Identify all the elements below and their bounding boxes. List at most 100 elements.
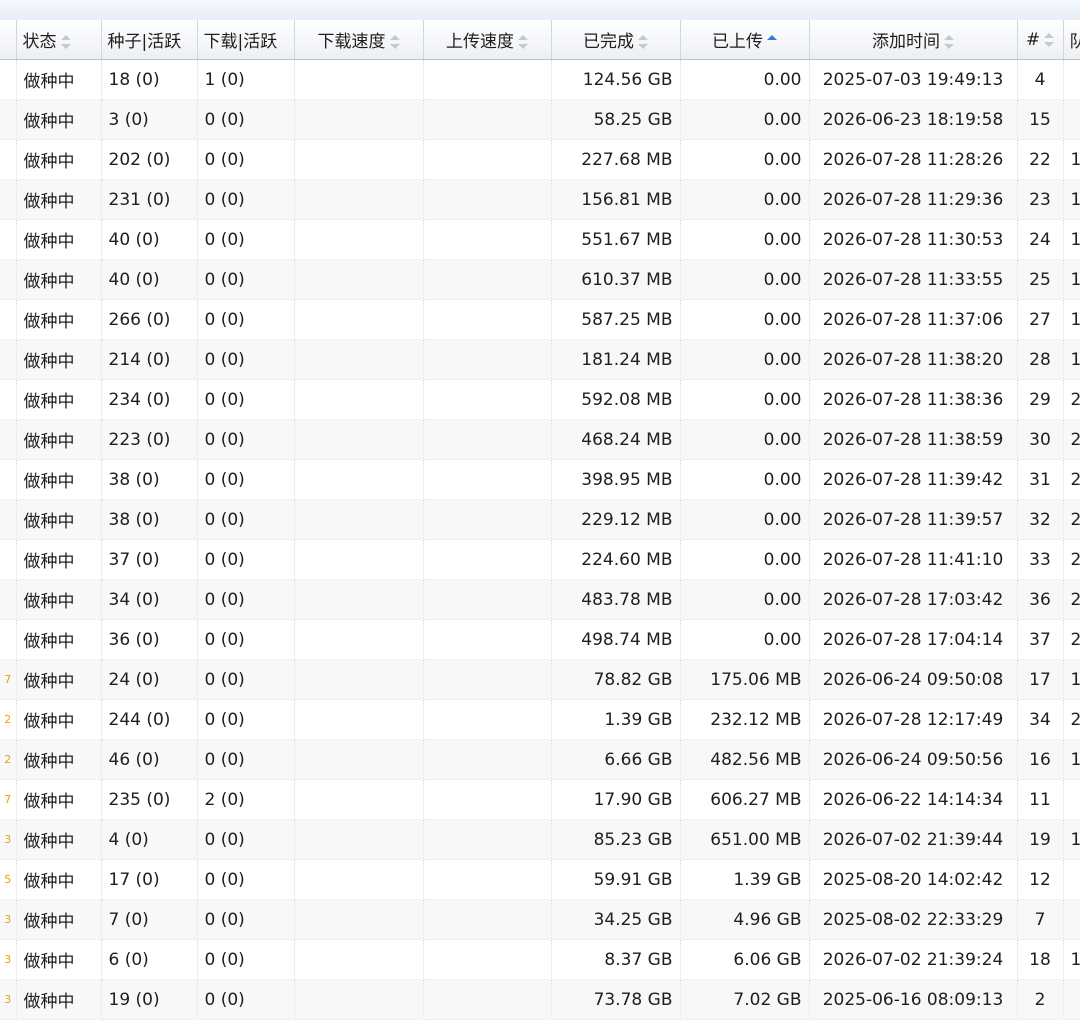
- upload-speed-cell: [423, 979, 552, 1020]
- row-edge-marker: 7: [0, 659, 17, 700]
- sort-ascending-icon: [767, 35, 777, 49]
- table-row[interactable]: 做种中 37 (0) 0 (0) 224.60 MB 0.00 2026-07-28 11…: [0, 539, 1080, 580]
- queue-cell: 2: [1063, 579, 1080, 620]
- completed-cell: 78.82 GB: [551, 659, 681, 700]
- index-cell: 23: [1017, 179, 1064, 220]
- table-row[interactable]: 7 做种中 235 (0) 2 (0) 17.90 GB 606.27 MB 2026-06…: [0, 779, 1080, 820]
- column-header-completed[interactable]: 已完成: [551, 20, 681, 60]
- seeds-cell: 235 (0): [101, 779, 198, 820]
- status-cell: 做种中: [16, 499, 102, 540]
- seeds-cell: 37 (0): [101, 539, 198, 580]
- table-row[interactable]: 2 做种中 46 (0) 0 (0) 6.66 GB 482.56 MB 2026-06-2…: [0, 739, 1080, 780]
- table-row[interactable]: 做种中 223 (0) 0 (0) 468.24 MB 0.00 2026-07-28 1…: [0, 419, 1080, 460]
- completed-cell: 592.08 MB: [551, 379, 681, 420]
- table-row[interactable]: 做种中 234 (0) 0 (0) 592.08 MB 0.00 2026-07-28 1…: [0, 379, 1080, 420]
- table-row[interactable]: 做种中 36 (0) 0 (0) 498.74 MB 0.00 2026-07-28 17…: [0, 619, 1080, 660]
- sort-icon: [944, 35, 954, 49]
- seeds-cell: 223 (0): [101, 419, 198, 460]
- index-cell: 19: [1017, 819, 1064, 860]
- status-cell: 做种中: [16, 339, 102, 380]
- table-row[interactable]: 做种中 34 (0) 0 (0) 483.78 MB 0.00 2026-07-28 17…: [0, 579, 1080, 620]
- table-row[interactable]: 做种中 18 (0) 1 (0) 124.56 GB 0.00 2025-07-03 19…: [0, 59, 1080, 100]
- uploaded-cell: 0.00: [680, 419, 810, 460]
- column-header-queue[interactable]: 队: [1063, 20, 1080, 60]
- completed-cell: 17.90 GB: [551, 779, 681, 820]
- queue-cell: 2: [1063, 619, 1080, 660]
- table-row[interactable]: 2 做种中 244 (0) 0 (0) 1.39 GB 232.12 MB 2026-07-…: [0, 699, 1080, 740]
- table-row[interactable]: 做种中 40 (0) 0 (0) 610.37 MB 0.00 2026-07-28 11…: [0, 259, 1080, 300]
- table-row[interactable]: 3 做种中 6 (0) 0 (0) 8.37 GB 6.06 GB 2026-07-02 2…: [0, 939, 1080, 980]
- upload-speed-cell: [423, 619, 552, 660]
- table-row[interactable]: 做种中 202 (0) 0 (0) 227.68 MB 0.00 2026-07-28 1…: [0, 139, 1080, 180]
- upload-speed-cell: [423, 259, 552, 300]
- uploaded-cell: 0.00: [680, 379, 810, 420]
- peers-cell: 0 (0): [197, 819, 295, 860]
- download-speed-cell: [294, 179, 424, 220]
- index-cell: 7: [1017, 899, 1064, 940]
- row-edge-marker: [0, 499, 17, 540]
- table-row[interactable]: 3 做种中 19 (0) 0 (0) 73.78 GB 7.02 GB 2025-06-16…: [0, 979, 1080, 1020]
- column-header-peers[interactable]: 下载|活跃: [197, 20, 295, 60]
- completed-cell: 587.25 MB: [551, 299, 681, 340]
- seeds-cell: 3 (0): [101, 99, 198, 140]
- table-row[interactable]: 做种中 38 (0) 0 (0) 398.95 MB 0.00 2026-07-28 11…: [0, 459, 1080, 500]
- status-cell: 做种中: [16, 699, 102, 740]
- peers-cell: 0 (0): [197, 459, 295, 500]
- row-edge-marker: [0, 459, 17, 500]
- status-cell: 做种中: [16, 979, 102, 1020]
- status-cell: 做种中: [16, 179, 102, 220]
- upload-speed-cell: [423, 819, 552, 860]
- upload-speed-cell: [423, 539, 552, 580]
- uploaded-cell: 0.00: [680, 619, 810, 660]
- table-row[interactable]: 做种中 3 (0) 0 (0) 58.25 GB 0.00 2026-06-23 18:1…: [0, 99, 1080, 140]
- index-cell: 30: [1017, 419, 1064, 460]
- queue-cell: 1: [1063, 939, 1080, 980]
- seeds-cell: 18 (0): [101, 59, 198, 100]
- completed-cell: 181.24 MB: [551, 339, 681, 380]
- completed-cell: 498.74 MB: [551, 619, 681, 660]
- seeds-cell: 214 (0): [101, 339, 198, 380]
- peers-cell: 0 (0): [197, 859, 295, 900]
- row-edge-marker: 5: [0, 859, 17, 900]
- uploaded-cell: 1.39 GB: [680, 859, 810, 900]
- table-row[interactable]: 做种中 266 (0) 0 (0) 587.25 MB 0.00 2026-07-28 1…: [0, 299, 1080, 340]
- queue-cell: 1: [1063, 659, 1080, 700]
- table-row[interactable]: 7 做种中 24 (0) 0 (0) 78.82 GB 175.06 MB 2026-06-…: [0, 659, 1080, 700]
- peers-cell: 0 (0): [197, 219, 295, 260]
- index-cell: 16: [1017, 739, 1064, 780]
- row-edge-marker: 3: [0, 819, 17, 860]
- queue-cell: [1063, 899, 1080, 940]
- table-row[interactable]: 做种中 38 (0) 0 (0) 229.12 MB 0.00 2026-07-28 11…: [0, 499, 1080, 540]
- uploaded-cell: 651.00 MB: [680, 819, 810, 860]
- completed-cell: 398.95 MB: [551, 459, 681, 500]
- index-cell: 4: [1017, 59, 1064, 100]
- column-header-upload-speed[interactable]: 上传速度: [423, 20, 552, 60]
- column-header-status[interactable]: 状态: [16, 20, 102, 60]
- uploaded-cell: 606.27 MB: [680, 779, 810, 820]
- peers-cell: 0 (0): [197, 979, 295, 1020]
- column-header-index[interactable]: #: [1017, 20, 1064, 60]
- peers-cell: 0 (0): [197, 259, 295, 300]
- column-header-download-speed[interactable]: 下载速度: [294, 20, 424, 60]
- uploaded-cell: 6.06 GB: [680, 939, 810, 980]
- header-label: 已完成: [583, 32, 634, 52]
- table-row[interactable]: 3 做种中 7 (0) 0 (0) 34.25 GB 4.96 GB 2025-08-02 …: [0, 899, 1080, 940]
- row-edge-marker: [0, 619, 17, 660]
- status-cell: 做种中: [16, 419, 102, 460]
- column-header-seeds[interactable]: 种子|活跃: [101, 20, 198, 60]
- added-time-cell: 2026-07-28 11:37:06: [809, 299, 1018, 340]
- table-row[interactable]: 做种中 40 (0) 0 (0) 551.67 MB 0.00 2026-07-28 11…: [0, 219, 1080, 260]
- table-row[interactable]: 5 做种中 17 (0) 0 (0) 59.91 GB 1.39 GB 2025-08-20…: [0, 859, 1080, 900]
- peers-cell: 0 (0): [197, 739, 295, 780]
- table-row[interactable]: 3 做种中 4 (0) 0 (0) 85.23 GB 651.00 MB 2026-07-0…: [0, 819, 1080, 860]
- column-header-uploaded[interactable]: 已上传: [680, 20, 810, 60]
- table-row[interactable]: 做种中 214 (0) 0 (0) 181.24 MB 0.00 2026-07-28 1…: [0, 339, 1080, 380]
- download-speed-cell: [294, 619, 424, 660]
- table-row[interactable]: 做种中 231 (0) 0 (0) 156.81 MB 0.00 2026-07-28 1…: [0, 179, 1080, 220]
- download-speed-cell: [294, 659, 424, 700]
- header-label: 下载|活跃: [203, 32, 278, 52]
- seeds-cell: 234 (0): [101, 379, 198, 420]
- download-speed-cell: [294, 219, 424, 260]
- sort-icon: [518, 35, 528, 49]
- column-header-added-time[interactable]: 添加时间: [809, 20, 1018, 60]
